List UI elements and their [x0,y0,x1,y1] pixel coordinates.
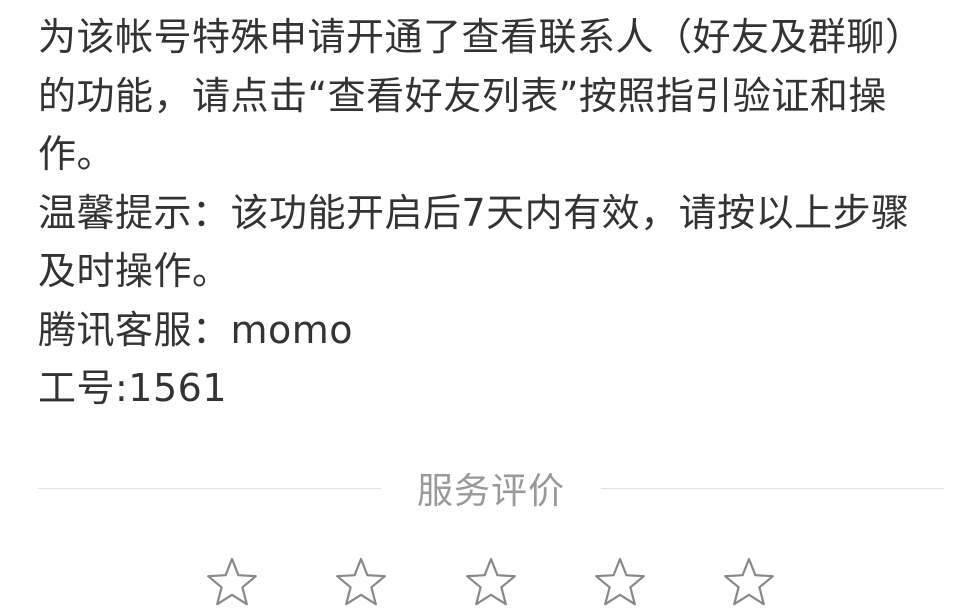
divider-line-right [601,487,945,489]
star-rating-4[interactable] [593,556,647,610]
star-outline-icon [724,557,774,606]
star-rating-1[interactable] [205,556,259,610]
message-paragraph-feature: 为该帐号特殊申请开通了查看联系人（好友及群聊）的功能，请点击“查看好友列表”按照… [38,15,924,176]
star-rating-2[interactable] [334,556,388,610]
star-outline-icon [336,557,386,606]
star-outline-icon [595,557,645,606]
star-rating [0,554,980,612]
message-body: 为该帐号特殊申请开通了查看联系人（好友及群聊）的功能，请点击“查看好友列表”按照… [38,8,948,418]
message-paragraph-agent: 腾讯客服：momo [38,307,354,352]
divider-line-left [38,487,381,489]
message-paragraph-staff-id: 工号:1561 [38,366,228,410]
star-rating-3[interactable] [464,556,518,610]
rating-label: 服务评价 [417,471,566,512]
star-outline-icon [466,557,516,606]
rating-section-header: 服务评价 [38,462,945,514]
star-outline-icon [207,557,257,606]
message-paragraph-tip: 温馨提示：该功能开启后7天内有效，请按以上步骤及时操作。 [38,190,910,294]
star-rating-5[interactable] [722,556,776,610]
